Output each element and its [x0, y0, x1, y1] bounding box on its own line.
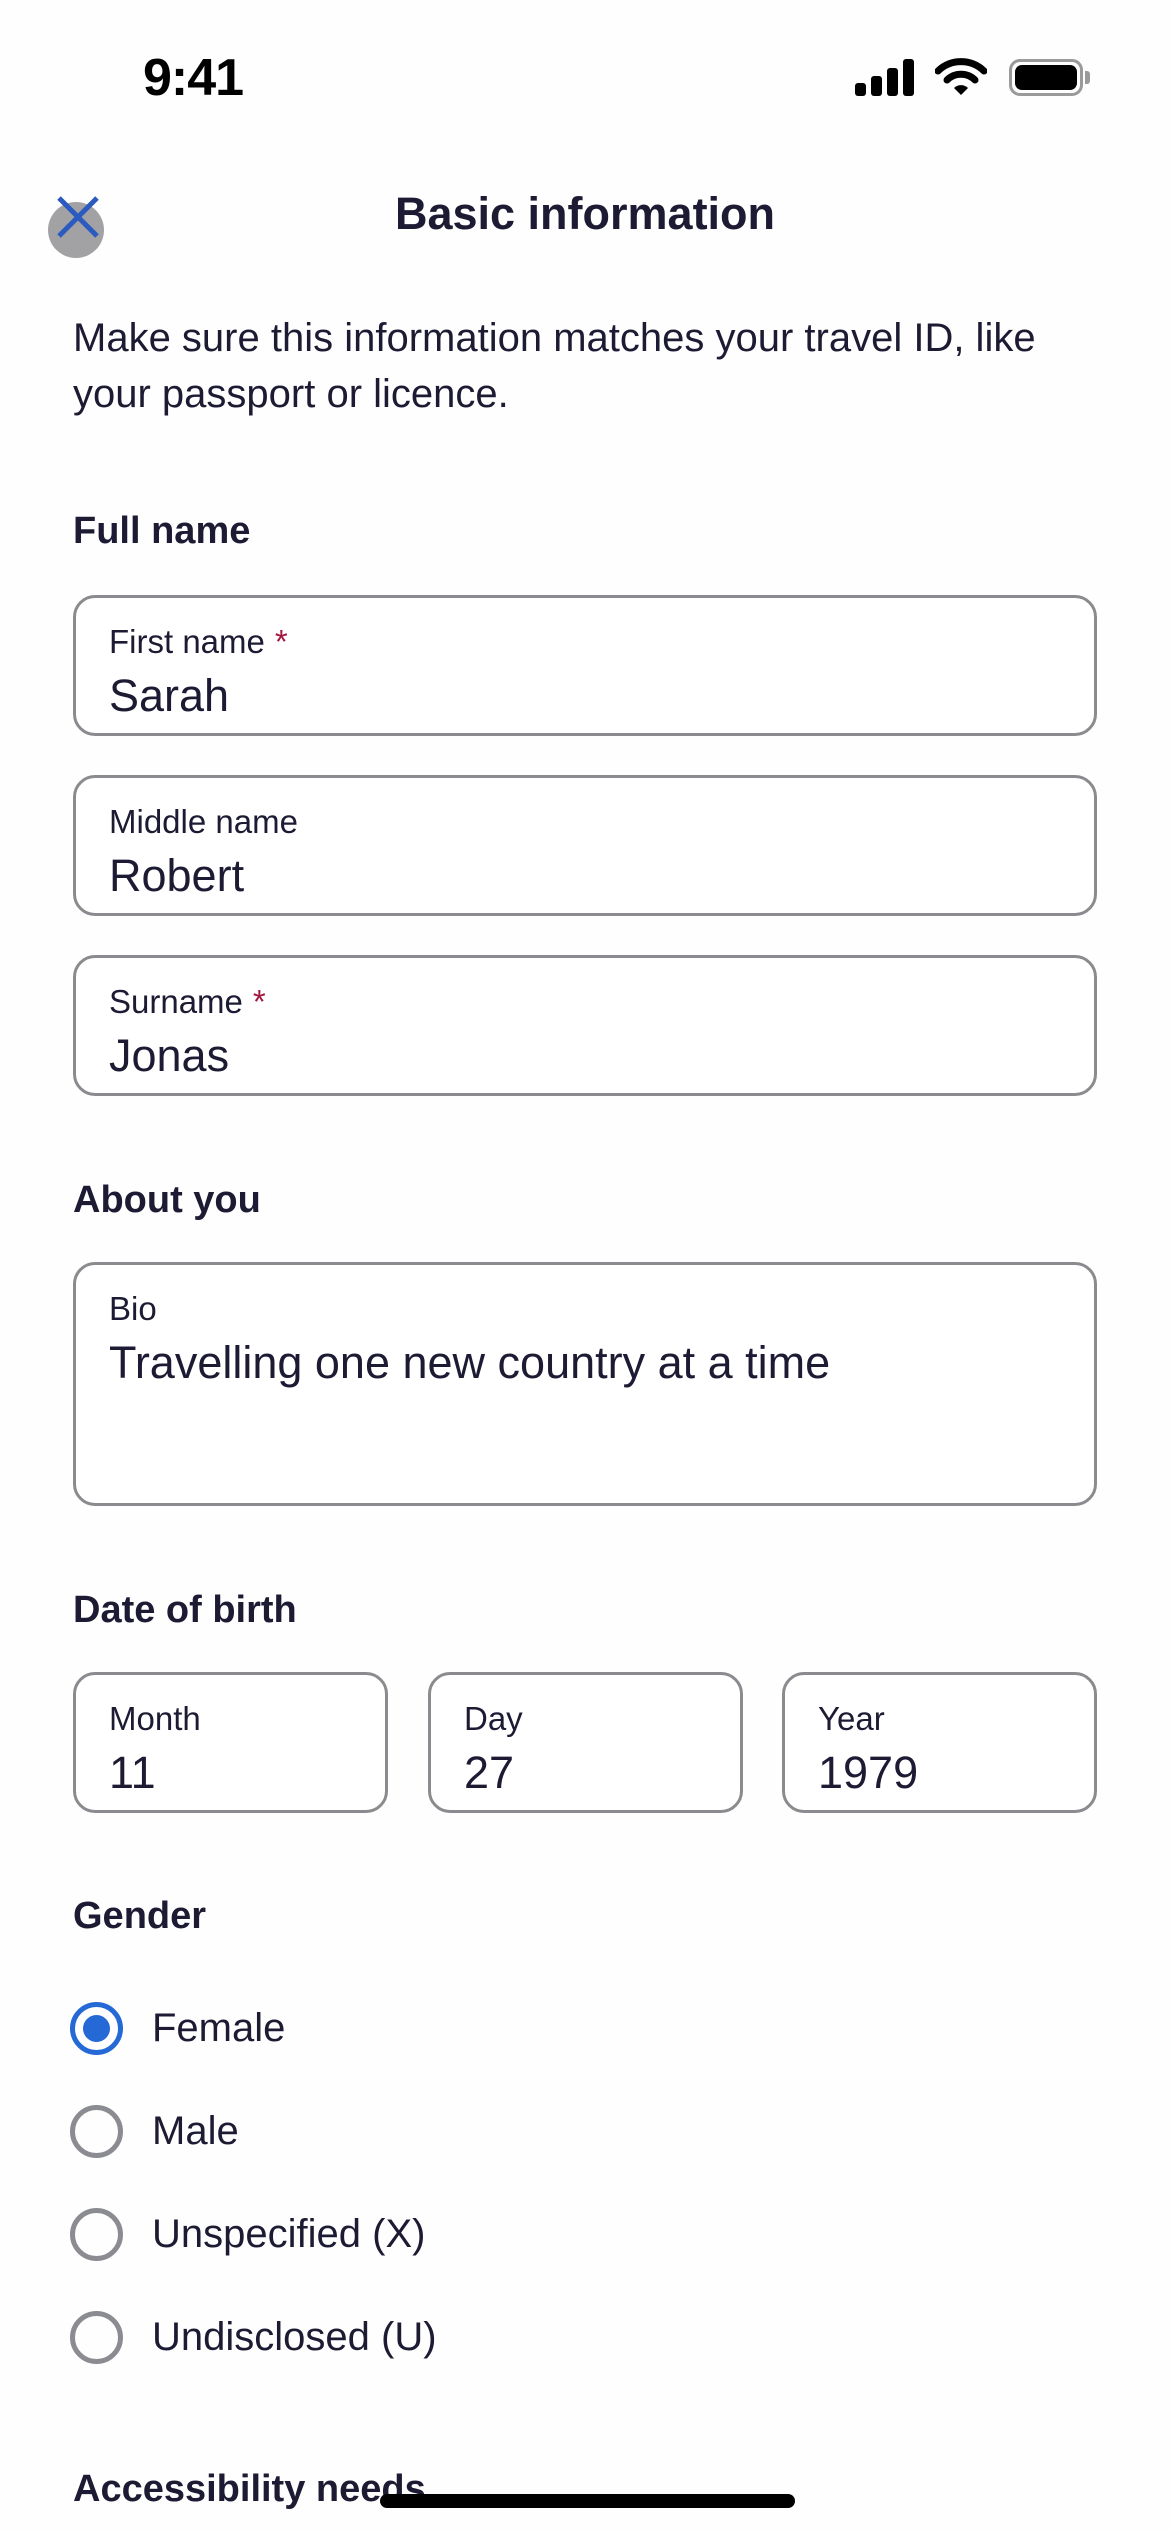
status-time: 9:41 — [143, 49, 244, 107]
gender-option-unspecified[interactable]: Unspecified (X) — [70, 2204, 425, 2264]
first-name-field[interactable]: First name * Sarah — [73, 595, 1097, 736]
surname-field[interactable]: Surname * Jonas — [73, 955, 1097, 1096]
day-value: 27 — [464, 1747, 515, 1798]
battery-icon — [1009, 59, 1083, 96]
middle-name-label: Middle name — [109, 803, 298, 840]
gender-option-undisclosed[interactable]: Undisclosed (U) — [70, 2307, 437, 2367]
accessibility-needs-heading: Accessibility needs — [73, 2468, 426, 2510]
home-indicator[interactable] — [380, 2494, 795, 2508]
radio-checked-icon[interactable] — [70, 2001, 123, 2055]
middle-name-field[interactable]: Middle name Robert — [73, 775, 1097, 916]
description-text: Make sure this information matches your … — [73, 316, 1036, 416]
year-field[interactable]: Year 1979 — [782, 1672, 1097, 1813]
radio-unchecked-icon[interactable] — [70, 2310, 123, 2364]
day-field[interactable]: Day 27 — [428, 1672, 743, 1813]
cellular-signal-icon — [855, 59, 915, 96]
bio-label: Bio — [109, 1290, 157, 1327]
gender-option-label: Male — [152, 2109, 239, 2153]
middle-name-value: Robert — [109, 850, 245, 901]
surname-value: Jonas — [109, 1030, 230, 1081]
wifi-icon — [934, 58, 988, 96]
radio-unchecked-icon[interactable] — [70, 2104, 123, 2158]
gender-heading: Gender — [73, 1895, 207, 1937]
date-of-birth-heading: Date of birth — [73, 1589, 297, 1631]
surname-label: Surname * — [109, 983, 266, 1020]
full-name-heading: Full name — [73, 510, 251, 552]
gender-option-label: Unspecified (X) — [152, 2212, 426, 2256]
month-field[interactable]: Month 11 — [73, 1672, 388, 1813]
battery-nub — [1085, 71, 1090, 84]
about-you-heading: About you — [73, 1179, 261, 1221]
first-name-value: Sarah — [109, 670, 230, 721]
gender-option-label: Undisclosed (U) — [152, 2315, 437, 2359]
required-asterisk: * — [274, 623, 288, 660]
year-value: 1979 — [818, 1747, 919, 1798]
bio-textarea[interactable]: Bio Travelling one new country at a time — [73, 1262, 1097, 1506]
month-value: 11 — [109, 1747, 156, 1798]
page-title: Basic information — [394, 188, 776, 239]
required-asterisk: * — [252, 983, 266, 1020]
bio-value: Travelling one new country at a time — [109, 1337, 831, 1388]
gender-option-label: Female — [152, 2006, 286, 2050]
radio-unchecked-icon[interactable] — [70, 2207, 123, 2261]
day-label: Day — [464, 1700, 523, 1737]
year-label: Year — [818, 1700, 885, 1737]
first-name-label: First name * — [109, 623, 288, 660]
month-label: Month — [109, 1700, 201, 1737]
gender-option-male[interactable]: Male — [70, 2101, 239, 2161]
gender-option-female[interactable]: Female — [70, 1998, 285, 2058]
